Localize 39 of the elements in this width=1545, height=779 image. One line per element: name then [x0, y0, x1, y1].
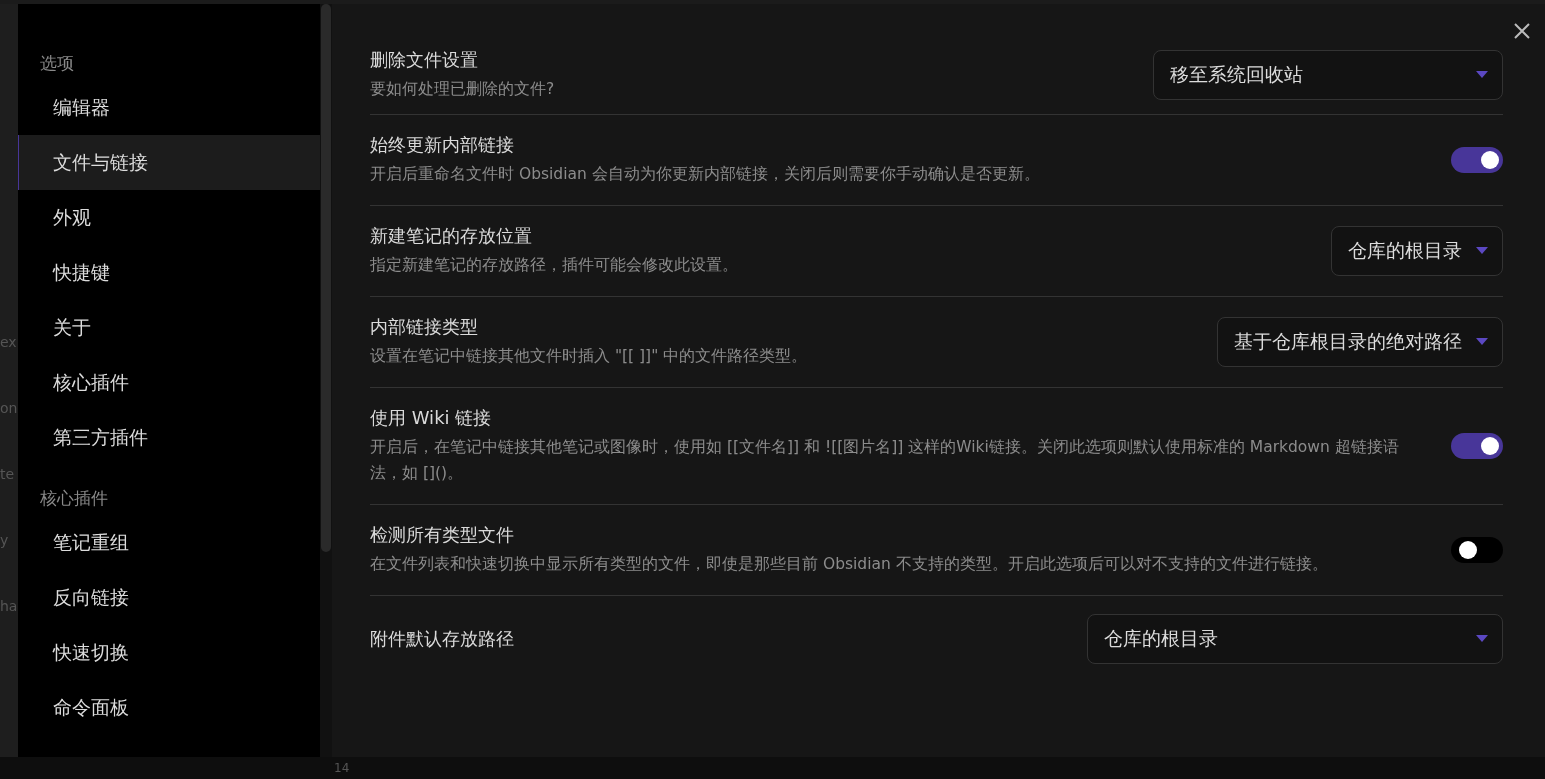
caret-icon: [1476, 635, 1488, 643]
setting-description: 开启后，在笔记中链接其他笔记或图像时，使用如 [[文件名]] 和 ![[图片名]] 这样的Wiki链接。关闭此选项则默认使用标准的 Markdown 超链接语法，如 []()。: [370, 437, 1400, 484]
setting-title: 使用 Wiki 链接: [370, 406, 493, 430]
sidebar-item[interactable]: 关于: [18, 300, 320, 355]
sidebar-item[interactable]: 第三方插件: [18, 410, 320, 465]
sidebar-item[interactable]: 快速切换: [18, 625, 320, 680]
setting-description: 设置在笔记中链接其他文件时插入 "[[ ]]" 中的文件路径类型。: [370, 346, 809, 367]
dropdown[interactable]: 基于仓库根目录的绝对路径: [1217, 317, 1503, 367]
sidebar-item[interactable]: 文件与链接: [18, 135, 320, 190]
setting-title: 删除文件设置: [370, 48, 479, 72]
sidebar-item[interactable]: 快捷键: [18, 245, 320, 300]
sidebar-item[interactable]: 外观: [18, 190, 320, 245]
dropdown[interactable]: 仓库的根目录: [1331, 226, 1503, 276]
setting-description: 要如何处理已删除的文件?: [370, 79, 556, 100]
setting-title: 内部链接类型: [370, 315, 479, 339]
scrollbar-thumb[interactable]: [321, 4, 331, 552]
toggle-switch[interactable]: [1451, 433, 1503, 459]
dropdown[interactable]: 仓库的根目录: [1087, 614, 1503, 664]
sidebar-item[interactable]: 笔记重组: [18, 515, 320, 570]
setting-description: 指定新建笔记的存放路径，插件可能会修改此设置。: [370, 255, 739, 276]
toggle-switch[interactable]: [1451, 147, 1503, 173]
sidebar-item[interactable]: 编辑器: [18, 80, 320, 135]
setting-title: 始终更新内部链接: [370, 133, 515, 157]
setting-description: 开启后重命名文件时 Obsidian 会自动为你更新内部链接，关闭后则需要你手动确认是否更新。: [370, 164, 1041, 185]
sidebar-item[interactable]: 核心插件: [18, 355, 320, 410]
sidebar-item[interactable]: 反向链接: [18, 570, 320, 625]
sidebar-heading: 选项: [39, 52, 75, 75]
caret-icon: [1476, 71, 1488, 79]
sidebar-item[interactable]: 命令面板: [18, 680, 320, 735]
sidebar-heading: 核心插件: [39, 487, 109, 510]
caret-icon: [1476, 247, 1488, 255]
setting-title: 附件默认存放路径: [370, 627, 515, 651]
setting-description: 在文件列表和快速切换中显示所有类型的文件，即使是那些目前 Obsidian 不支持的类型。开启此选项后可以对不支持的文件进行链接。: [370, 554, 1329, 575]
setting-title: 检测所有类型文件: [370, 523, 515, 547]
dropdown[interactable]: 移至系统回收站: [1153, 50, 1503, 100]
line-number: 14: [334, 761, 350, 775]
setting-title: 新建笔记的存放位置: [370, 224, 533, 248]
toggle-switch[interactable]: [1451, 537, 1503, 563]
caret-icon: [1476, 338, 1488, 346]
